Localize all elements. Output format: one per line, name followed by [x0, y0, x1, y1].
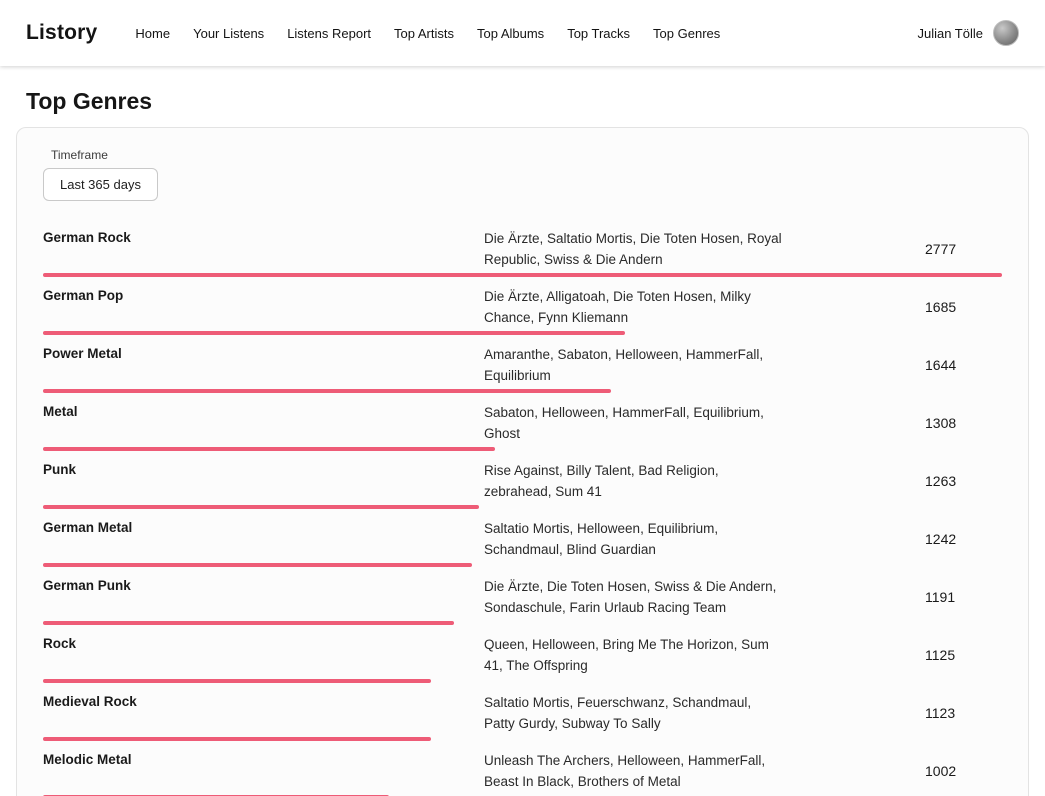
timeframe-label: Timeframe: [51, 148, 1002, 162]
genre-row: German MetalSaltatio Mortis, Helloween, …: [43, 509, 1002, 567]
genre-count: 1685: [784, 299, 1002, 315]
nav-item-top-genres[interactable]: Top Genres: [653, 26, 720, 41]
genre-row: German PopDie Ärzte, Alligatoah, Die Tot…: [43, 277, 1002, 335]
genre-count: 1191: [784, 589, 1002, 605]
genre-artists: Rise Against, Billy Talent, Bad Religion…: [484, 460, 784, 502]
genre-row: Medieval RockSaltatio Mortis, Feuerschwa…: [43, 683, 1002, 741]
genre-name: German Punk: [43, 576, 484, 618]
nav-item-listens-report[interactable]: Listens Report: [287, 26, 371, 41]
timeframe-select[interactable]: Last 365 days: [43, 168, 158, 201]
genre-name: German Metal: [43, 518, 484, 560]
user-avatar[interactable]: [993, 20, 1019, 46]
genre-name: Punk: [43, 460, 484, 502]
genre-artists: Sabaton, Helloween, HammerFall, Equilibr…: [484, 402, 784, 444]
nav-right: Julian Tölle: [917, 20, 1019, 46]
page-title: Top Genres: [26, 88, 1045, 115]
nav-item-your-listens[interactable]: Your Listens: [193, 26, 264, 41]
genre-artists: Queen, Helloween, Bring Me The Horizon, …: [484, 634, 784, 676]
genre-name: Metal: [43, 402, 484, 444]
nav-item-home[interactable]: Home: [135, 26, 170, 41]
genre-artists: Amaranthe, Sabaton, Helloween, HammerFal…: [484, 344, 784, 386]
genre-artists: Die Ärzte, Alligatoah, Die Toten Hosen, …: [484, 286, 784, 328]
genre-artists: Die Ärzte, Die Toten Hosen, Swiss & Die …: [484, 576, 784, 618]
genre-row: Power MetalAmaranthe, Sabaton, Helloween…: [43, 335, 1002, 393]
genre-row: German PunkDie Ärzte, Die Toten Hosen, S…: [43, 567, 1002, 625]
genre-count: 2777: [784, 241, 1002, 257]
genre-row: MetalSabaton, Helloween, HammerFall, Equ…: [43, 393, 1002, 451]
nav-item-top-artists[interactable]: Top Artists: [394, 26, 454, 41]
genre-artists: Unleash The Archers, Helloween, HammerFa…: [484, 750, 784, 792]
top-nav: Listory Home Your Listens Listens Report To…: [0, 0, 1045, 66]
nav-left: Listory Home Your Listens Listens Report To…: [26, 21, 720, 45]
genre-name: German Pop: [43, 286, 484, 328]
genre-table: German RockDie Ärzte, Saltatio Mortis, D…: [43, 219, 1002, 796]
genre-row: German RockDie Ärzte, Saltatio Mortis, D…: [43, 219, 1002, 277]
main-nav: Home Your Listens Listens Report Top Artist…: [135, 26, 720, 41]
genre-count: 1242: [784, 531, 1002, 547]
genre-row: RockQueen, Helloween, Bring Me The Horiz…: [43, 625, 1002, 683]
page-content: Top Genres Timeframe Last 365 days Germa…: [0, 88, 1045, 796]
user-name[interactable]: Julian Tölle: [917, 26, 983, 41]
genre-count: 1308: [784, 415, 1002, 431]
timeframe-section: Timeframe Last 365 days: [43, 148, 1002, 201]
genres-card: Timeframe Last 365 days German RockDie Ä…: [16, 127, 1029, 796]
genre-count: 1644: [784, 357, 1002, 373]
nav-item-top-albums[interactable]: Top Albums: [477, 26, 544, 41]
genre-count: 1002: [784, 763, 1002, 779]
genre-name: Medieval Rock: [43, 692, 484, 734]
genre-count: 1263: [784, 473, 1002, 489]
genre-name: Rock: [43, 634, 484, 676]
genre-count: 1125: [784, 647, 1002, 663]
genre-count: 1123: [784, 705, 1002, 721]
genre-artists: Saltatio Mortis, Feuerschwanz, Schandmau…: [484, 692, 784, 734]
genre-row: Melodic MetalUnleash The Archers, Hellow…: [43, 741, 1002, 796]
genre-row: PunkRise Against, Billy Talent, Bad Reli…: [43, 451, 1002, 509]
genre-artists: Saltatio Mortis, Helloween, Equilibrium,…: [484, 518, 784, 560]
genre-name: German Rock: [43, 228, 484, 270]
nav-item-top-tracks[interactable]: Top Tracks: [567, 26, 630, 41]
genre-name: Power Metal: [43, 344, 484, 386]
app-logo[interactable]: Listory: [26, 21, 97, 45]
genre-artists: Die Ärzte, Saltatio Mortis, Die Toten Ho…: [484, 228, 784, 270]
genre-name: Melodic Metal: [43, 750, 484, 792]
